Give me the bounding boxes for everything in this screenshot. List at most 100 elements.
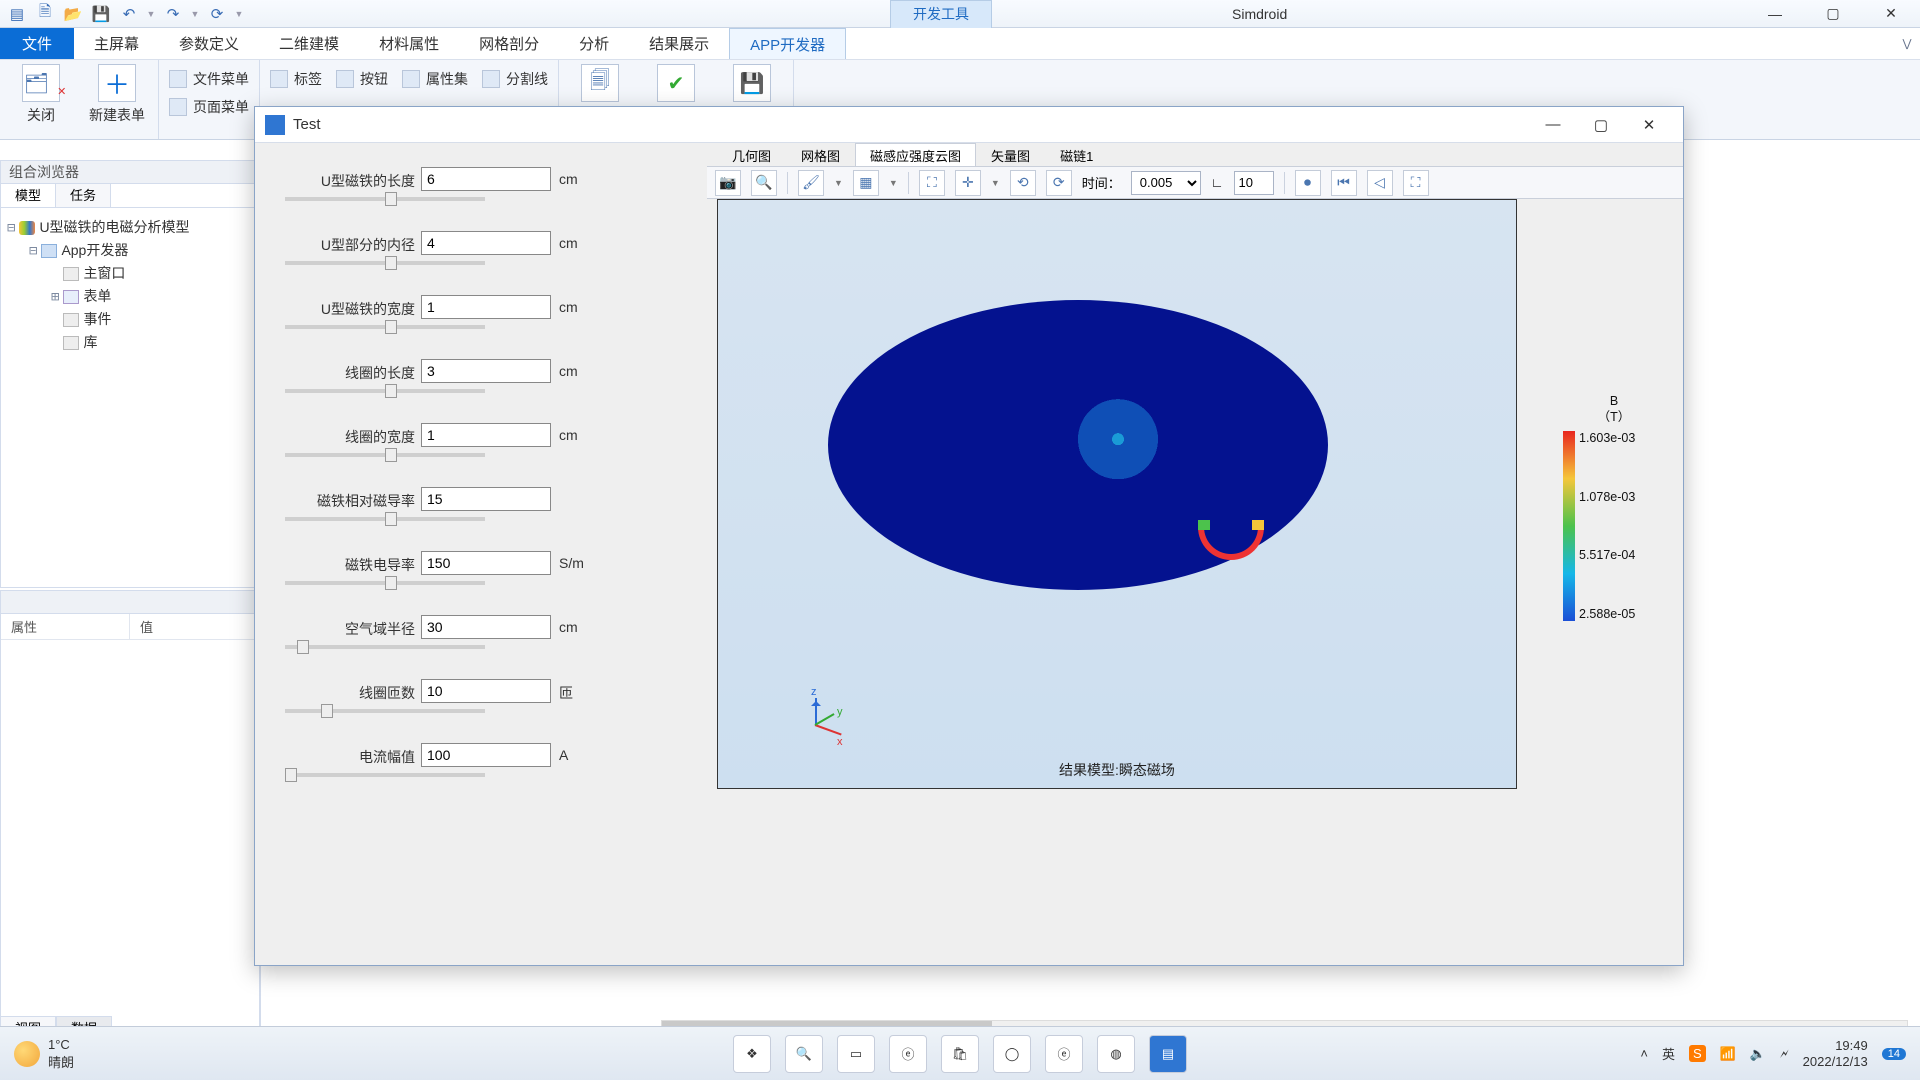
ribbon-label-button[interactable]: 标签 [270,68,322,90]
result-tab[interactable]: 几何图 [717,143,786,166]
first-frame-icon[interactable]: ⏮ [1331,170,1357,196]
param-slider[interactable] [285,453,485,457]
menu-appdev[interactable]: APP开发器 [729,28,846,59]
ribbon-close-button[interactable]: 🗂 关闭 [10,64,72,139]
ribbon-newform-button[interactable]: ＋ 新建表单 [86,64,148,139]
tree-mainwindow[interactable]: 主窗口 [83,265,125,281]
tree-root[interactable]: U型磁铁的电磁分析模型 [39,219,189,235]
param-unit: cm [559,235,578,251]
window-minimize-icon[interactable]: — [1746,0,1804,28]
tray-ime[interactable]: 英 [1662,1044,1675,1063]
ribbon-filemenu-button[interactable]: 文件菜单 [169,68,249,90]
param-input[interactable] [421,551,551,575]
tray-wifi-icon[interactable]: 📶 [1720,1046,1736,1062]
ribbon-propset-button[interactable]: 属性集 [402,68,468,90]
param-input[interactable] [421,295,551,319]
tree-library[interactable]: 库 [83,334,97,350]
menu-params[interactable]: 参数定义 [159,28,259,59]
tree-events[interactable]: 事件 [83,311,111,327]
ribbon-button-button[interactable]: 按钮 [336,68,388,90]
zoom-icon[interactable]: 🔍 [751,170,777,196]
menu-analysis[interactable]: 分析 [559,28,629,59]
prev-frame-icon[interactable]: ◁ [1367,170,1393,196]
taskbar-store-icon[interactable]: 🛍 [941,1035,979,1073]
param-input[interactable] [421,615,551,639]
qat-new-icon[interactable]: 🗎 [34,3,56,25]
browser-tab-tasks[interactable]: 任务 [56,184,111,207]
expand-icon[interactable]: ⛶ [1403,170,1429,196]
param-slider[interactable] [285,261,485,265]
taskbar-edge-icon[interactable]: ⓔ [889,1035,927,1073]
fit-icon[interactable]: ⛶ [919,170,945,196]
menu-mesh[interactable]: 网格剖分 [459,28,559,59]
menu-home[interactable]: 主屏幕 [74,28,159,59]
dialog-close-icon[interactable]: ✕ [1625,116,1673,134]
brush-icon[interactable]: 🖌 [798,170,824,196]
qat-refresh-icon[interactable]: ⟳ [206,3,228,25]
taskbar-search-icon[interactable]: 🔍 [785,1035,823,1073]
param-slider[interactable] [285,581,485,585]
record-icon[interactable]: ⏺ [1295,170,1321,196]
model-tree[interactable]: ⊟U型磁铁的电磁分析模型 ⊟App开发器 主窗口 ⊞表单 事件 库 [0,208,260,588]
tray-clock[interactable]: 19:49 2022/12/13 [1803,1038,1868,1070]
frame-input[interactable] [1234,171,1274,195]
menu-file[interactable]: 文件 [0,28,74,59]
param-slider[interactable] [285,325,485,329]
ribbon-separator-button[interactable]: 分割线 [482,68,548,90]
ribbon-collapse-icon[interactable]: ⋁ [1894,28,1920,59]
param-slider[interactable] [285,389,485,393]
context-tab[interactable]: 开发工具 [890,0,992,28]
param-input[interactable] [421,359,551,383]
palette-icon[interactable]: ▦ [853,170,879,196]
tree-appdev[interactable]: App开发器 [61,242,128,258]
param-slider[interactable] [285,517,485,521]
axes-icon[interactable]: ✛ [955,170,981,196]
rotate-ccw-icon[interactable]: ⟲ [1010,170,1036,196]
taskbar-app1-icon[interactable]: ◍ [1097,1035,1135,1073]
tray-chevron-icon[interactable]: ˄ [1640,1046,1648,1061]
window-close-icon[interactable]: ✕ [1862,0,1920,28]
param-input[interactable] [421,679,551,703]
result-tab[interactable]: 网格图 [786,143,855,166]
taskbar-weather[interactable]: 1°C晴朗 [0,1037,88,1071]
tray-volume-icon[interactable]: 🔈 [1750,1046,1766,1062]
menu-material[interactable]: 材料属性 [359,28,459,59]
qat-redo-icon[interactable]: ↷ [162,3,184,25]
result-tab[interactable]: 磁链1 [1045,143,1108,166]
system-tray: ˄ 英 S 📶 🔈 🗲 19:49 2022/12/13 14 [1640,1038,1920,1070]
param-input[interactable] [421,167,551,191]
result-tab[interactable]: 磁感应强度云图 [855,143,976,166]
camera-icon[interactable]: 📷 [715,170,741,196]
result-tab[interactable]: 矢量图 [976,143,1045,166]
dialog-minimize-icon[interactable]: — [1529,116,1577,133]
taskbar-simdroid-icon[interactable]: ▤ [1149,1035,1187,1073]
start-button[interactable]: ❖ [733,1035,771,1073]
param-slider[interactable] [285,773,485,777]
dialog-maximize-icon[interactable]: ▢ [1577,116,1625,134]
param-input[interactable] [421,743,551,767]
ribbon-pagemenu-button[interactable]: 页面菜单 [169,96,249,118]
window-maximize-icon[interactable]: ▢ [1804,0,1862,28]
task-view-icon[interactable]: ▭ [837,1035,875,1073]
param-input[interactable] [421,231,551,255]
tray-sogou-icon[interactable]: S [1689,1045,1706,1062]
param-slider[interactable] [285,645,485,649]
tray-notifications-badge[interactable]: 14 [1882,1048,1906,1060]
param-slider[interactable] [285,197,485,201]
param-input[interactable] [421,487,551,511]
tray-battery-icon[interactable]: 🗲 [1780,1046,1789,1062]
qat-undo-icon[interactable]: ↶ [118,3,140,25]
rotate-cw-icon[interactable]: ⟳ [1046,170,1072,196]
qat-save-icon[interactable]: 💾 [90,3,112,25]
menu-results[interactable]: 结果展示 [629,28,729,59]
param-input[interactable] [421,423,551,447]
taskbar-ie-icon[interactable]: ⓔ [1045,1035,1083,1073]
menu-2dmodel[interactable]: 二维建模 [259,28,359,59]
qat-open-icon[interactable]: 📂 [62,3,84,25]
tree-forms[interactable]: 表单 [83,288,111,304]
browser-tab-model[interactable]: 模型 [1,184,56,207]
result-viewport[interactable]: z y x 结果模型:瞬态磁场 [717,199,1517,789]
param-slider[interactable] [285,709,485,713]
taskbar-dell-icon[interactable]: ◯ [993,1035,1031,1073]
time-select[interactable]: 0.005 [1131,171,1201,195]
